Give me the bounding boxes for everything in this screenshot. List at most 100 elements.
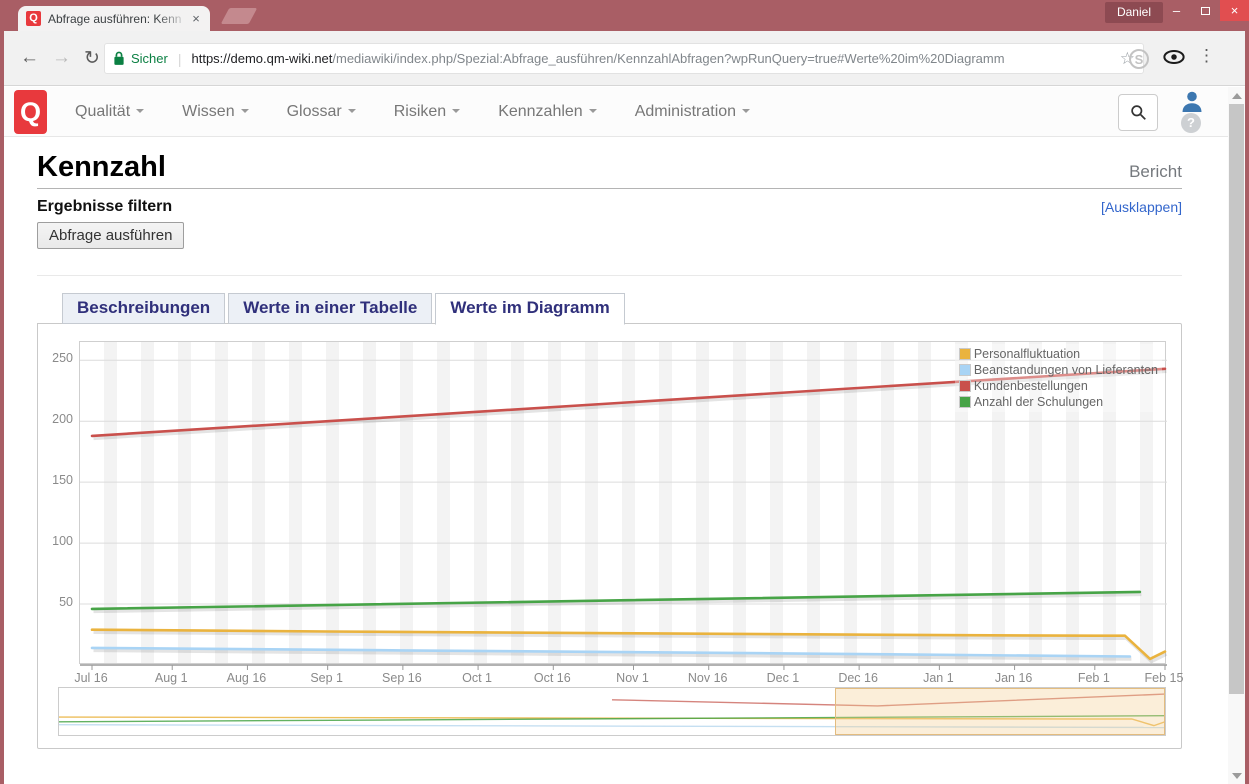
legend-label: Personalfluktuation xyxy=(974,347,1080,361)
x-tick-label: Sep 1 xyxy=(290,671,364,685)
scroll-down-icon[interactable] xyxy=(1232,773,1242,779)
diagram-panel: 50100150200250 PersonalfluktuationBeanst… xyxy=(37,323,1182,749)
result-tabs: BeschreibungenWerte in einer TabelleWert… xyxy=(62,293,1182,324)
nav-item-wissen[interactable]: Wissen xyxy=(182,103,248,121)
browser-toolbar: ← → ↻ Sicher | https://demo.qm-wiki.net/… xyxy=(4,31,1245,86)
help-icon[interactable]: ? xyxy=(1181,113,1201,133)
page-content: Q Qualität Wissen Glossar Risiken Kennzahlen… xyxy=(4,87,1228,784)
url-path: /mediawiki/index.php/Spezial:Abfrage_aus… xyxy=(332,51,1004,66)
x-tick-label: Feb 1 xyxy=(1057,671,1131,685)
window-controls: – × xyxy=(1162,0,1249,21)
nav-item-glossar[interactable]: Glossar xyxy=(287,103,356,121)
legend-label: Kundenbestellungen xyxy=(974,379,1088,393)
chevron-down-icon xyxy=(452,109,460,113)
legend-item-beanstandungen-von-lieferanten: Beanstandungen von Lieferanten xyxy=(959,362,1158,378)
chevron-down-icon xyxy=(348,109,356,113)
x-tick-label: Aug 1 xyxy=(134,671,208,685)
chart-plot-area: Personalfluktuation Beanstandungen von Li… xyxy=(79,341,1166,664)
chevron-down-icon xyxy=(742,109,750,113)
maximize-icon xyxy=(1201,7,1210,15)
scrollbar-thumb[interactable] xyxy=(1229,104,1244,694)
page-scrollbar[interactable] xyxy=(1228,87,1245,784)
address-separator: | xyxy=(178,51,182,67)
chevron-down-icon xyxy=(589,109,597,113)
new-tab-button[interactable] xyxy=(221,8,258,24)
chevron-down-icon xyxy=(136,109,144,113)
nav-item-risiken[interactable]: Risiken xyxy=(394,103,460,121)
run-query-button[interactable]: Abfrage ausführen xyxy=(37,222,184,249)
collapse-link[interactable]: [Ausklappen] xyxy=(1101,199,1182,215)
tab-werte-in-einer-tabelle[interactable]: Werte in einer Tabelle xyxy=(228,293,432,324)
forward-button: → xyxy=(52,47,71,69)
separator xyxy=(37,275,1182,276)
tab-werte-im-diagramm[interactable]: Werte im Diagramm xyxy=(435,293,624,325)
eye-extension-icon[interactable] xyxy=(1163,49,1183,69)
x-tick-label: Aug 16 xyxy=(209,671,283,685)
filter-heading: Ergebnisse filtern xyxy=(37,198,172,216)
legend-item-personalfluktuation: Personalfluktuation xyxy=(959,346,1158,362)
legend-label: Beanstandungen von Lieferanten xyxy=(974,363,1158,377)
page-title: Kennzahl xyxy=(37,151,166,184)
search-button[interactable] xyxy=(1118,94,1158,131)
page-heading-row: Kennzahl Bericht xyxy=(37,151,1182,189)
x-tick-label: Oct 16 xyxy=(515,671,589,685)
browser-window: Q Abfrage ausführen: Kenn × Daniel – × ←… xyxy=(0,0,1249,784)
close-button[interactable]: × xyxy=(1220,0,1249,21)
lock-icon xyxy=(113,51,125,66)
maximize-button[interactable] xyxy=(1191,0,1220,21)
chart-legend: Personalfluktuation Beanstandungen von Li… xyxy=(955,344,1162,412)
legend-swatch xyxy=(959,348,971,360)
x-tick-label: Jan 16 xyxy=(977,671,1051,685)
legend-item-anzahl-der-schulungen: Anzahl der Schulungen xyxy=(959,394,1158,410)
back-button[interactable]: ← xyxy=(20,47,39,69)
y-tick-label: 100 xyxy=(40,534,73,548)
site-navbar: Q Qualität Wissen Glossar Risiken Kennzahlen… xyxy=(4,87,1228,137)
legend-item-kundenbestellungen: Kundenbestellungen xyxy=(959,378,1158,394)
scroll-up-icon[interactable] xyxy=(1232,93,1242,99)
main-content: Kennzahl Bericht Ergebnisse filtern [Aus… xyxy=(37,151,1182,749)
x-tick-label: Nov 16 xyxy=(671,671,745,685)
site-logo[interactable]: Q xyxy=(14,90,47,134)
skype-extension-icon[interactable]: S xyxy=(1129,49,1149,69)
address-bar[interactable]: Sicher | https://demo.qm-wiki.net/mediaw… xyxy=(104,43,1144,74)
navigator-selection[interactable] xyxy=(835,688,1165,735)
url-text: https://demo.qm-wiki.net/mediawiki/index… xyxy=(192,51,1112,66)
chevron-down-icon xyxy=(241,109,249,113)
window-border-right xyxy=(1245,31,1249,784)
x-tick-label: Sep 16 xyxy=(365,671,439,685)
reload-button[interactable]: ↻ xyxy=(84,47,100,70)
tab-beschreibungen[interactable]: Beschreibungen xyxy=(62,293,225,324)
x-tick-label: Feb 15 xyxy=(1127,671,1201,685)
legend-swatch xyxy=(959,380,971,392)
browser-tab-title: Abfrage ausführen: Kenn xyxy=(48,12,188,26)
y-tick-label: 50 xyxy=(40,595,73,609)
legend-swatch xyxy=(959,364,971,376)
url-host: https://demo.qm-wiki.net xyxy=(192,51,333,66)
x-tick-label: Dec 1 xyxy=(746,671,820,685)
x-tick-label: Jul 16 xyxy=(54,671,128,685)
secure-indicator[interactable]: Sicher xyxy=(113,51,168,66)
y-tick-label: 150 xyxy=(40,473,73,487)
search-icon xyxy=(1130,104,1147,121)
nav-item-qualit-t[interactable]: Qualität xyxy=(75,103,144,121)
chart-navigator[interactable] xyxy=(58,687,1166,736)
nav-menu: Qualität Wissen Glossar Risiken Kennzahlen Ad… xyxy=(75,103,750,121)
x-tick-label: Dec 16 xyxy=(821,671,895,685)
profile-badge[interactable]: Daniel xyxy=(1105,2,1163,23)
x-tick-label: Jan 1 xyxy=(901,671,975,685)
nav-item-kennzahlen[interactable]: Kennzahlen xyxy=(498,103,597,121)
legend-swatch xyxy=(959,396,971,408)
secure-label: Sicher xyxy=(131,51,168,66)
browser-menu-icon[interactable]: ⋮ xyxy=(1198,46,1215,66)
legend-label: Anzahl der Schulungen xyxy=(974,395,1103,409)
filter-row: Ergebnisse filtern [Ausklappen] xyxy=(37,198,1182,216)
window-border-left xyxy=(0,31,4,784)
nav-item-administration[interactable]: Administration xyxy=(635,103,750,121)
y-tick-label: 250 xyxy=(40,351,73,365)
browser-tab[interactable]: Q Abfrage ausführen: Kenn × xyxy=(18,6,210,31)
minimize-button[interactable]: – xyxy=(1162,0,1191,21)
titlebar: Q Abfrage ausführen: Kenn × Daniel – × xyxy=(0,0,1249,31)
x-tick-label: Oct 1 xyxy=(440,671,514,685)
corner-label: Bericht xyxy=(1129,162,1182,184)
tab-close-icon[interactable]: × xyxy=(188,11,204,26)
